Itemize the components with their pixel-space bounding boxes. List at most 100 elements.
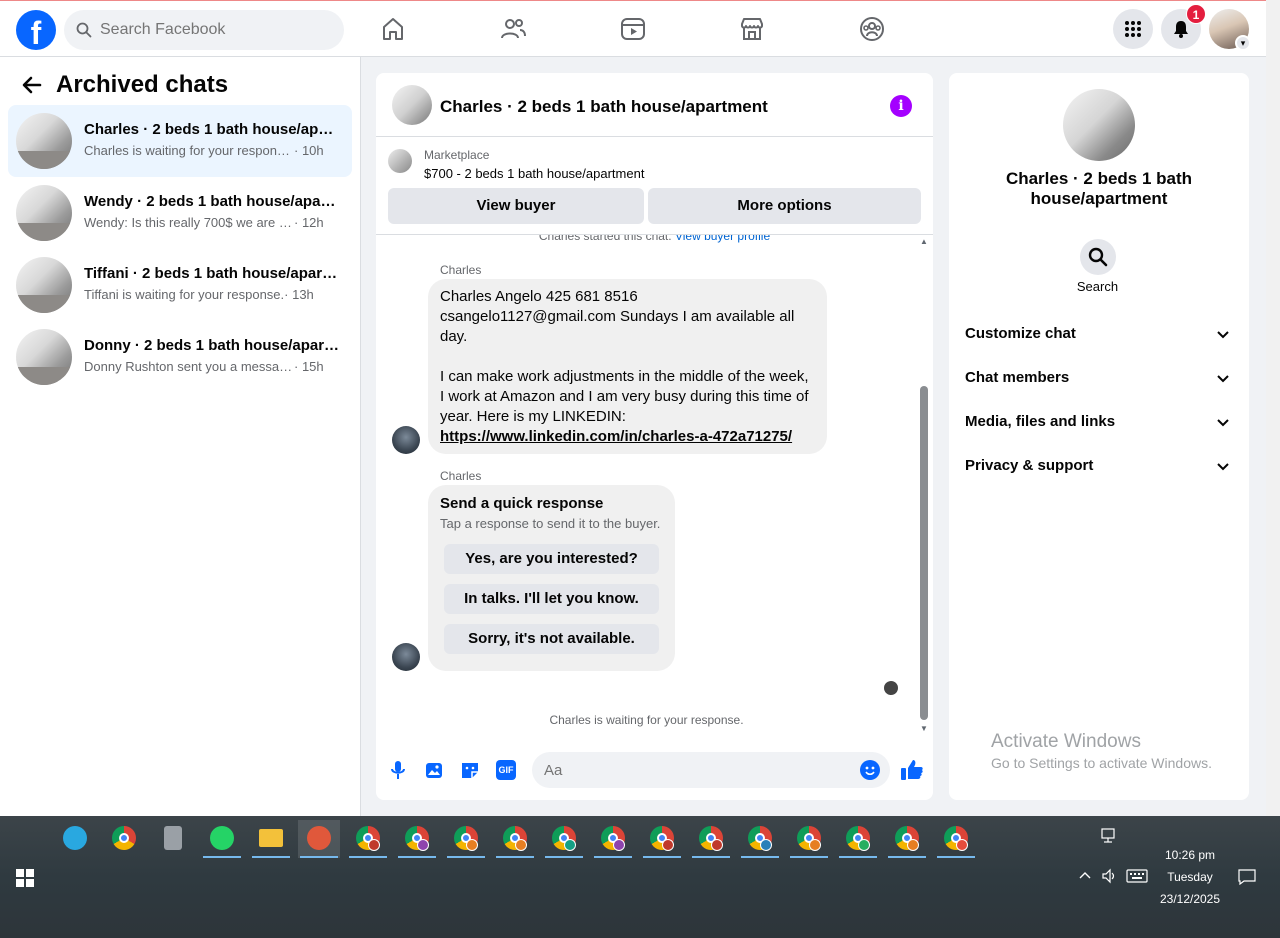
section-label: Media, files and links bbox=[965, 413, 1116, 430]
scrollbar-thumb[interactable] bbox=[920, 386, 928, 720]
profile-badge-icon bbox=[662, 839, 674, 851]
profile-badge-icon bbox=[613, 839, 625, 851]
photo-icon[interactable] bbox=[423, 759, 445, 781]
video-icon[interactable] bbox=[619, 15, 647, 43]
chevron-up-icon[interactable] bbox=[1078, 868, 1092, 882]
conversation-panel: Charles · 2 beds 1 bath house/apartment … bbox=[376, 73, 933, 800]
chat-list-item[interactable]: Wendy · 2 beds 1 bath house/apartment We… bbox=[8, 177, 352, 249]
taskbar-app-chrome-profile[interactable] bbox=[543, 820, 585, 858]
quick-reply-button[interactable]: Sorry, it's not available. bbox=[444, 624, 659, 654]
chat-details-panel: Charles · 2 beds 1 bath house/apartment … bbox=[949, 73, 1249, 800]
sender-name: Charles bbox=[440, 263, 482, 277]
listing-thumbnail bbox=[388, 149, 412, 173]
conversation-header: Charles · 2 beds 1 bath house/apartment … bbox=[376, 73, 933, 137]
taskbar-app-calculator[interactable] bbox=[152, 820, 194, 858]
action-center-icon[interactable] bbox=[1238, 869, 1256, 885]
friends-icon[interactable] bbox=[499, 15, 527, 43]
dropbox-icon bbox=[63, 826, 87, 850]
folder-icon bbox=[259, 829, 283, 847]
waiting-status: Charles is waiting for your response. bbox=[549, 713, 744, 727]
quick-reply-button[interactable]: Yes, are you interested? bbox=[444, 544, 659, 574]
taskbar-app-chrome-profile[interactable] bbox=[935, 820, 977, 858]
activate-windows-watermark-title: Activate Windows bbox=[991, 731, 1141, 752]
quick-response-subtitle: Tap a response to send it to the buyer. bbox=[440, 516, 661, 531]
facebook-logo[interactable]: f bbox=[16, 10, 56, 50]
scroll-down-icon[interactable]: ▼ bbox=[919, 724, 929, 733]
chat-list-item[interactable]: Donny · 2 beds 1 bath house/apartment Do… bbox=[8, 321, 352, 393]
microphone-icon[interactable] bbox=[387, 759, 409, 781]
listing-thumbnail bbox=[16, 329, 72, 385]
profile-badge-icon bbox=[417, 839, 429, 851]
clock-time[interactable]: 10:26 pm bbox=[1150, 848, 1230, 862]
home-icon[interactable] bbox=[379, 15, 407, 43]
groups-icon[interactable] bbox=[858, 15, 886, 43]
message-input[interactable] bbox=[532, 752, 890, 788]
taskbar-app-chrome[interactable] bbox=[103, 820, 145, 858]
taskbar-app-chrome-profile[interactable] bbox=[886, 820, 928, 858]
search-in-conversation-button[interactable] bbox=[1080, 239, 1116, 275]
taskbar-app-chrome-profile[interactable] bbox=[739, 820, 781, 858]
quick-reply-button[interactable]: In talks. I'll let you know. bbox=[444, 584, 659, 614]
back-arrow-icon[interactable] bbox=[20, 73, 44, 97]
taskbar-app-chrome-profile[interactable] bbox=[347, 820, 389, 858]
volume-icon[interactable] bbox=[1101, 868, 1117, 884]
profile-badge-icon bbox=[858, 839, 870, 851]
more-options-button[interactable]: More options bbox=[648, 188, 921, 224]
menu-grid-button[interactable] bbox=[1113, 9, 1153, 49]
scroll-up-icon[interactable]: ▲ bbox=[919, 237, 929, 246]
snipping-tool-icon bbox=[307, 826, 331, 850]
listing-title[interactable]: $700 - 2 beds 1 bath house/apartment bbox=[424, 166, 644, 181]
search-input[interactable] bbox=[100, 21, 320, 39]
taskbar-app-chrome-profile[interactable] bbox=[494, 820, 536, 858]
chat-list-item[interactable]: Charles · 2 beds 1 bath house/apartment … bbox=[8, 105, 352, 177]
search-box[interactable] bbox=[64, 10, 344, 50]
search-icon bbox=[1088, 247, 1108, 267]
profile-badge-icon bbox=[515, 839, 527, 851]
section-label: Customize chat bbox=[965, 325, 1076, 342]
marketplace-icon[interactable] bbox=[738, 15, 766, 43]
taskbar-app-chrome-profile[interactable] bbox=[641, 820, 683, 858]
archived-chats-panel: Archived chats Charles · 2 beds 1 bath h… bbox=[0, 57, 361, 816]
taskbar-app-chrome-profile[interactable] bbox=[788, 820, 830, 858]
taskbar-app-chrome-profile[interactable] bbox=[396, 820, 438, 858]
linkedin-link[interactable]: https://www.linkedin.com/in/charles-a-47… bbox=[440, 428, 792, 445]
media-files-links-section[interactable]: Media, files and links bbox=[957, 401, 1241, 445]
notification-count-badge: 1 bbox=[1186, 4, 1206, 24]
chat-name: Charles · 2 beds 1 bath house/apartment bbox=[84, 121, 340, 138]
thumbs-up-icon[interactable] bbox=[899, 757, 925, 783]
taskbar-app-chrome-profile[interactable] bbox=[445, 820, 487, 858]
info-icon[interactable]: i bbox=[890, 95, 912, 117]
sticker-icon[interactable] bbox=[459, 759, 481, 781]
chevron-down-icon[interactable]: ▾ bbox=[1235, 35, 1251, 51]
conversation-avatar[interactable] bbox=[392, 85, 432, 125]
profile-badge-icon bbox=[907, 839, 919, 851]
view-buyer-profile-link[interactable]: View buyer profile bbox=[675, 235, 770, 243]
view-buyer-button[interactable]: View buyer bbox=[388, 188, 644, 224]
customize-chat-section[interactable]: Customize chat bbox=[957, 313, 1241, 357]
window-scrollbar[interactable] bbox=[1266, 0, 1280, 816]
taskbar-app-whatsapp[interactable] bbox=[201, 820, 243, 858]
keyboard-icon[interactable] bbox=[1126, 869, 1148, 883]
gif-icon[interactable]: GIF bbox=[496, 760, 516, 780]
top-navigation-bar: f 1 ▾ bbox=[0, 0, 1266, 57]
clock-date[interactable]: 23/12/2025 bbox=[1150, 892, 1230, 906]
emoji-icon[interactable] bbox=[860, 760, 880, 780]
taskbar-app-chrome-profile[interactable] bbox=[690, 820, 732, 858]
windows-start-icon[interactable] bbox=[16, 869, 34, 887]
taskbar-app-snipping-tool[interactable] bbox=[298, 820, 340, 858]
conversation-title[interactable]: Charles · 2 beds 1 bath house/apartment bbox=[440, 97, 768, 117]
whatsapp-icon bbox=[210, 826, 234, 850]
clock-day[interactable]: Tuesday bbox=[1150, 870, 1230, 884]
chat-members-section[interactable]: Chat members bbox=[957, 357, 1241, 401]
chat-preview: Donny Rushton sent you a message about y… bbox=[84, 359, 324, 374]
message-bubble: Charles Angelo 425 681 8516 csangelo1127… bbox=[428, 279, 827, 454]
network-icon[interactable] bbox=[1101, 828, 1119, 844]
quick-response-title: Send a quick response bbox=[440, 495, 604, 512]
privacy-support-section[interactable]: Privacy & support bbox=[957, 445, 1241, 489]
taskbar-app-chrome-profile[interactable] bbox=[837, 820, 879, 858]
taskbar-app-dropbox[interactable] bbox=[54, 820, 96, 858]
taskbar-app-file-explorer[interactable] bbox=[250, 820, 292, 858]
chat-list-item[interactable]: Tiffani · 2 beds 1 bath house/apartment … bbox=[8, 249, 352, 321]
taskbar-app-chrome-profile[interactable] bbox=[592, 820, 634, 858]
search-label: Search bbox=[1076, 279, 1119, 294]
